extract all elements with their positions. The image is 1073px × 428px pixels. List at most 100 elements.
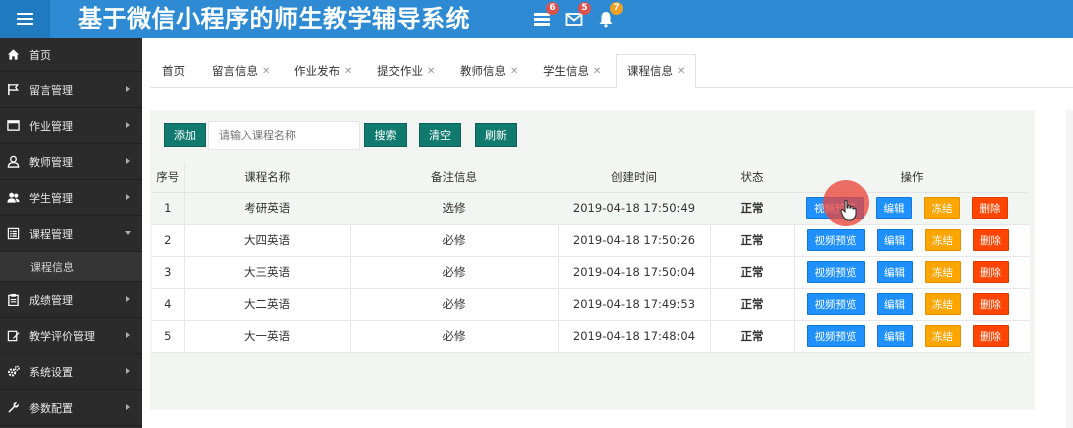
- course-note: 必修: [350, 288, 559, 321]
- course-name: 考研英语: [184, 192, 350, 225]
- sidebar-item-label: 成绩管理: [29, 293, 73, 307]
- video-preview-button[interactable]: 视频预览: [806, 261, 865, 283]
- messages-badge: 5: [578, 2, 591, 15]
- chevron-right-icon: [124, 331, 132, 339]
- chevron-right-icon: [124, 367, 132, 375]
- freeze-button[interactable]: 冻结: [924, 197, 960, 219]
- chevron-right-icon: [124, 193, 132, 201]
- notifications-badge: 7: [610, 2, 623, 15]
- sidebar-item-students[interactable]: 学生管理: [0, 180, 142, 216]
- tasks-badge: 6: [546, 2, 559, 15]
- sidebar-item-grades[interactable]: 成绩管理: [0, 282, 142, 318]
- table-row[interactable]: 2 大四英语 必修 2019-04-18 17:50:26 正常 视频预览 编辑…: [152, 224, 1030, 257]
- edit-button[interactable]: 编辑: [876, 261, 913, 283]
- video-preview-button[interactable]: 视频预览: [806, 197, 864, 219]
- delete-button[interactable]: 删除: [972, 197, 1008, 219]
- chevron-down-icon: [124, 229, 132, 237]
- sidebar-subitem-course-info[interactable]: 课程信息: [0, 252, 142, 282]
- status-text: 正常: [710, 256, 795, 289]
- user-icon: [6, 155, 20, 169]
- edit-icon: [6, 329, 20, 343]
- video-preview-button[interactable]: 视频预览: [806, 325, 865, 347]
- tab-submit-homework[interactable]: 提交作业 ✕: [377, 54, 435, 88]
- add-button[interactable]: 添加: [164, 123, 206, 147]
- tab-bar: 首页 留言信息 ✕ 作业发布 ✕ 提交作业 ✕ 教师信息 ✕ 学生信息 ✕ 课程信息 ✕: [150, 52, 1073, 88]
- close-icon[interactable]: ✕: [593, 66, 601, 77]
- tab-homework-publish[interactable]: 作业发布 ✕: [294, 54, 352, 88]
- refresh-button[interactable]: 刷新: [475, 123, 517, 147]
- app-title: 基于微信小程序的师生教学辅导系统: [78, 5, 470, 33]
- status-text: 正常: [710, 320, 795, 353]
- tab-home[interactable]: 首页: [162, 54, 185, 88]
- freeze-button[interactable]: 冻结: [924, 261, 961, 283]
- sidebar-item-parameters[interactable]: 参数配置: [0, 390, 142, 426]
- sidebar-item-label: 留言管理: [29, 83, 73, 97]
- flag-icon: [6, 83, 20, 97]
- tasks-button[interactable]: 6: [533, 2, 559, 28]
- tab-teacher-info[interactable]: 教师信息 ✕: [460, 54, 518, 88]
- video-preview-button[interactable]: 视频预览: [806, 293, 865, 315]
- table-row[interactable]: 1 考研英语 选修 2019-04-18 17:50:49 正常 视频预览 编辑…: [152, 192, 1030, 225]
- top-header: 基于微信小程序的师生教学辅导系统 6 5 7: [0, 0, 1073, 38]
- delete-button[interactable]: 删除: [972, 229, 1009, 251]
- table-row[interactable]: 4 大二英语 必修 2019-04-18 17:49:53 正常 视频预览 编辑…: [152, 288, 1030, 321]
- table-row[interactable]: 5 大一英语 必修 2019-04-18 17:48:04 正常 视频预览 编辑…: [152, 320, 1030, 353]
- created-time: 2019-04-18 17:48:04: [558, 320, 711, 353]
- search-button[interactable]: 搜索: [364, 123, 407, 147]
- close-icon[interactable]: ✕: [510, 66, 518, 77]
- sidebar-item-system-settings[interactable]: 系统设置: [0, 354, 142, 390]
- column-header: 状态: [710, 162, 794, 193]
- edit-button[interactable]: 编辑: [876, 293, 913, 315]
- vertical-scrollbar[interactable]: [1066, 110, 1073, 428]
- course-name: 大三英语: [184, 256, 351, 289]
- sidebar-item-evaluation[interactable]: 教学评价管理: [0, 318, 142, 354]
- sidebar-item-messages[interactable]: 留言管理: [0, 72, 142, 108]
- close-icon[interactable]: ✕: [262, 66, 270, 77]
- sidebar-item-courses[interactable]: 课程管理: [0, 216, 142, 252]
- delete-button[interactable]: 删除: [972, 325, 1009, 347]
- status-text: 正常: [710, 288, 795, 321]
- chevron-right-icon: [124, 157, 132, 165]
- tab-label: 课程信息: [627, 64, 673, 78]
- sidebar-item-label: 学生管理: [29, 191, 73, 205]
- tab-message-info[interactable]: 留言信息 ✕: [212, 54, 270, 88]
- sidebar-item-teachers[interactable]: 教师管理: [0, 144, 142, 180]
- course-info-panel: 添加 搜索 清空 刷新 序号 课程名称 备注信息 创建时间 状态 操作 1 考研…: [150, 110, 1035, 410]
- freeze-button[interactable]: 冻结: [924, 325, 961, 347]
- tab-label: 提交作业: [377, 64, 423, 78]
- close-icon[interactable]: ✕: [344, 66, 352, 77]
- edit-button[interactable]: 编辑: [876, 197, 912, 219]
- video-preview-button[interactable]: 视频预览: [806, 229, 865, 251]
- course-name-search-input[interactable]: [208, 121, 360, 150]
- status-text: 正常: [710, 192, 794, 225]
- table-row[interactable]: 3 大三英语 必修 2019-04-18 17:50:04 正常 视频预览 编辑…: [152, 256, 1030, 289]
- delete-button[interactable]: 删除: [972, 261, 1009, 283]
- clear-button[interactable]: 清空: [419, 123, 461, 147]
- course-table: 序号 课程名称 备注信息 创建时间 状态 操作 1 考研英语 选修 2019-0…: [152, 162, 1030, 353]
- row-actions: 视频预览 编辑 冻结 删除: [794, 288, 1030, 321]
- sidebar-item-home[interactable]: 首页: [0, 38, 142, 72]
- sidebar-item-homework[interactable]: 作业管理: [0, 108, 142, 144]
- tab-student-info[interactable]: 学生信息 ✕: [543, 54, 601, 88]
- status-text: 正常: [710, 224, 795, 257]
- edit-button[interactable]: 编辑: [876, 325, 913, 347]
- chevron-right-icon: [124, 121, 132, 129]
- notifications-button[interactable]: 7: [597, 2, 623, 28]
- messages-button[interactable]: 5: [565, 2, 591, 28]
- delete-button[interactable]: 删除: [972, 293, 1009, 315]
- menu-toggle-button[interactable]: [0, 0, 50, 38]
- sidebar-item-label: 作业管理: [29, 119, 73, 133]
- tab-label: 教师信息: [460, 64, 506, 78]
- close-icon[interactable]: ✕: [427, 66, 435, 77]
- freeze-button[interactable]: 冻结: [924, 229, 961, 251]
- created-time: 2019-04-18 17:50:49: [558, 192, 710, 225]
- table-header-row: 序号 课程名称 备注信息 创建时间 状态 操作: [152, 162, 1030, 193]
- sidebar-item-label: 教师管理: [29, 155, 73, 169]
- tab-course-info[interactable]: 课程信息 ✕: [616, 54, 697, 88]
- close-icon[interactable]: ✕: [677, 66, 685, 77]
- freeze-button[interactable]: 冻结: [924, 293, 961, 315]
- list-icon: [6, 227, 20, 241]
- row-actions: 视频预览 编辑 冻结 删除: [794, 192, 1030, 225]
- edit-button[interactable]: 编辑: [876, 229, 913, 251]
- course-note: 必修: [350, 320, 559, 353]
